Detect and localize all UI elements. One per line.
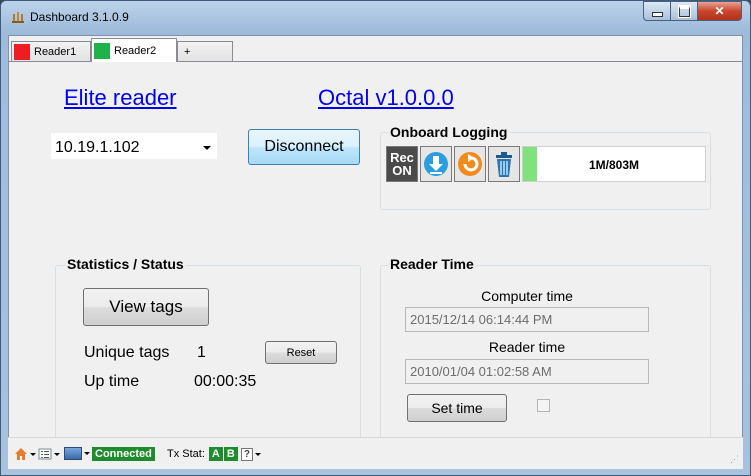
help-icon: ? — [240, 447, 253, 461]
refresh-icon — [458, 152, 482, 176]
auto-sync-checkbox[interactable] — [537, 399, 550, 412]
tx-stat-label: Tx Stat: — [167, 448, 205, 460]
reader-time-title: Reader Time — [388, 256, 476, 272]
tab-strip: Reader1 Reader2 + — [9, 36, 742, 62]
maximize-button[interactable] — [671, 1, 698, 21]
tx-stat: Tx Stat: A B ? — [167, 447, 261, 461]
minimize-icon — [651, 11, 663, 17]
chevron-down-icon — [30, 452, 36, 456]
record-icon: Rec ON — [390, 150, 414, 178]
unique-tags-value: 1 — [197, 344, 206, 361]
trash-icon — [496, 152, 512, 177]
list-menu-button[interactable] — [38, 447, 60, 461]
chevron-down-icon — [254, 452, 261, 456]
reader-time-value: 2010/01/04 01:02:58 AM — [410, 364, 552, 379]
ip-address-value: 10.19.1.102 — [55, 139, 140, 156]
disconnect-label: Disconnect — [264, 138, 344, 155]
connection-status: Connected — [92, 447, 155, 461]
app-window: Dashboard 3.1.0.9 ✕ Reader1 Reader2 + El… — [0, 0, 751, 476]
download-icon — [424, 152, 448, 176]
uptime-label: Up time — [84, 373, 140, 390]
maximize-icon — [677, 4, 691, 18]
display-icon — [64, 447, 82, 460]
close-button[interactable]: ✕ — [698, 1, 742, 21]
disconnect-button[interactable]: Disconnect — [248, 129, 360, 165]
minimize-button[interactable] — [643, 1, 671, 21]
tab-label: Reader1 — [34, 45, 77, 58]
client-area: Reader1 Reader2 + Elite reader Octal v1.… — [8, 35, 743, 469]
log-usage-bar: 1M/803M — [522, 146, 706, 182]
reader-name-link[interactable]: Elite reader — [64, 85, 177, 111]
tab-reader1[interactable]: Reader1 — [11, 41, 91, 61]
window-title: Dashboard 3.1.0.9 — [30, 10, 129, 24]
refresh-log-button[interactable] — [454, 146, 486, 182]
firmware-version-link[interactable]: Octal v1.0.0.0 — [318, 85, 454, 111]
status-bar: Connected Tx Stat: A B ? ⋰ — [8, 437, 743, 469]
app-icon — [12, 12, 24, 23]
set-time-label: Set time — [431, 400, 483, 416]
connected-badge: Connected — [92, 447, 155, 461]
help-menu-button[interactable]: ? — [240, 447, 261, 461]
chevron-down-icon — [203, 146, 211, 150]
delete-log-button[interactable] — [488, 146, 520, 182]
title-bar: Dashboard 3.1.0.9 ✕ — [1, 1, 750, 35]
close-icon: ✕ — [714, 4, 725, 18]
list-icon — [38, 448, 52, 460]
set-time-button[interactable]: Set time — [407, 394, 507, 422]
reader-time-field: 2010/01/04 01:02:58 AM — [405, 359, 649, 384]
reader-tab-page: Elite reader Octal v1.0.0.0 10.19.1.102 … — [9, 61, 742, 445]
computer-time-label: Computer time — [481, 288, 573, 304]
reset-button[interactable]: Reset — [265, 341, 337, 364]
reader2-color-swatch — [94, 42, 110, 59]
computer-time-field: 2015/12/14 06:14:44 PM — [405, 307, 649, 332]
reader-time-label: Reader time — [488, 339, 566, 355]
chevron-down-icon — [84, 452, 90, 455]
onboard-logging-title: Onboard Logging — [388, 124, 510, 140]
tab-reader2[interactable]: Reader2 — [91, 38, 177, 62]
view-tags-button[interactable]: View tags — [83, 288, 209, 326]
reset-label: Reset — [286, 346, 316, 359]
uptime-value: 00:00:35 — [194, 373, 257, 390]
statistics-title: Statistics / Status — [65, 256, 186, 272]
reader1-color-swatch — [14, 43, 30, 60]
resize-grip-icon[interactable]: ⋰ — [730, 454, 739, 465]
view-tags-label: View tags — [109, 297, 183, 316]
add-tab-label: + — [184, 45, 191, 58]
computer-time-value: 2015/12/14 06:14:44 PM — [410, 312, 553, 327]
home-menu-button[interactable] — [14, 447, 36, 461]
ip-address-select[interactable]: 10.19.1.102 — [50, 132, 218, 160]
log-usage-text: 1M/803M — [588, 158, 640, 172]
display-menu-button[interactable] — [64, 447, 90, 460]
home-icon — [15, 448, 27, 460]
tx-b-badge: B — [223, 447, 238, 461]
tab-add[interactable]: + — [177, 41, 233, 61]
unique-tags-label: Unique tags — [84, 344, 170, 361]
record-toggle-button[interactable]: Rec ON — [386, 146, 418, 182]
tab-label: Reader2 — [114, 44, 157, 57]
download-log-button[interactable] — [420, 146, 452, 182]
chevron-down-icon — [54, 452, 60, 456]
tx-a-badge: A — [208, 447, 223, 461]
